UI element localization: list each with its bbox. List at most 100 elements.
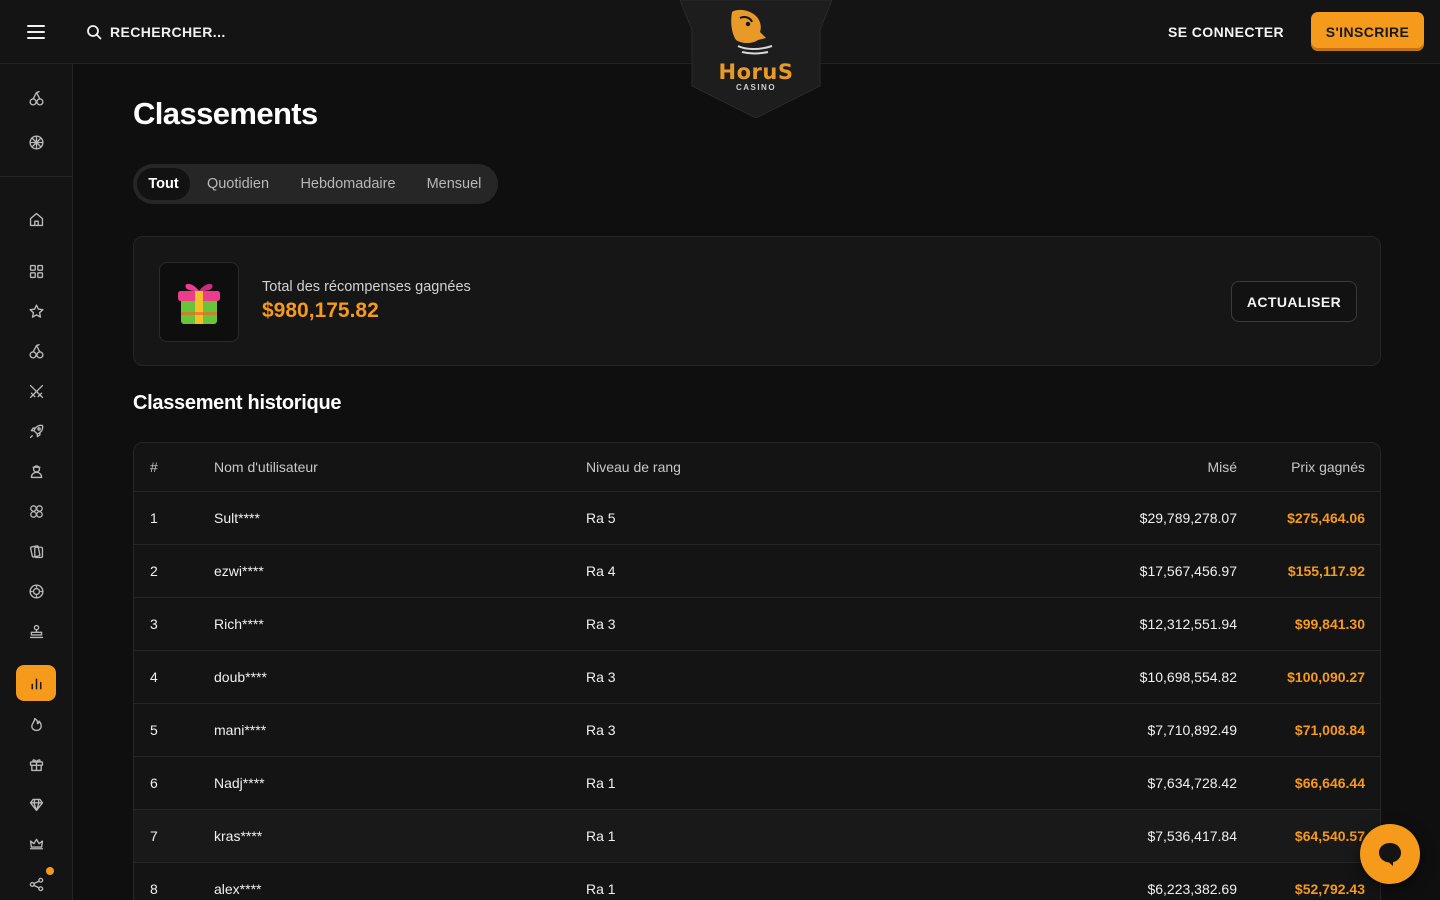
sidebar-item-originals[interactable] <box>24 499 48 523</box>
row-rank: 6 <box>150 775 158 791</box>
row-username: alex**** <box>214 881 262 897</box>
row-wagered: $6,223,382.69 <box>1147 881 1237 897</box>
sidebar-item-vip[interactable] <box>24 792 48 816</box>
diamond-icon <box>29 798 43 811</box>
row-rank: 7 <box>150 828 158 844</box>
row-rank-level: Ra 1 <box>586 775 616 791</box>
rocket-icon <box>29 424 43 438</box>
rewards-summary-card: Total des récompenses gagnées $980,175.8… <box>133 236 1381 366</box>
tab-weekly[interactable]: Hebdomadaire <box>288 168 408 200</box>
row-wagered: $7,634,728.42 <box>1147 775 1237 791</box>
row-username: mani**** <box>214 722 267 738</box>
sidebar-divider <box>0 176 72 177</box>
sidebar-item-slots[interactable] <box>24 339 48 363</box>
grid-icon <box>29 264 43 278</box>
live-chat-button[interactable] <box>1360 824 1420 884</box>
row-username: kras**** <box>214 828 263 844</box>
crown-icon <box>29 838 43 849</box>
sidebar-item-battles[interactable] <box>24 379 48 403</box>
table-row: 4 doub**** Ra 3 $10,698,554.82 $100,090.… <box>134 651 1380 704</box>
table-row: 1 Sult**** Ra 5 $29,789,278.07 $275,464.… <box>134 492 1380 545</box>
row-wagered: $7,536,417.84 <box>1147 828 1237 844</box>
row-username: Sult**** <box>214 510 260 526</box>
gift-icon <box>178 283 220 324</box>
sidebar-item-affiliate[interactable] <box>24 872 48 896</box>
period-tabs: Tout Quotidien Hebdomadaire Mensuel <box>133 164 498 204</box>
row-rank: 1 <box>150 510 158 526</box>
tab-daily[interactable]: Quotidien <box>196 168 280 200</box>
cards-icon <box>29 544 43 558</box>
sidebar-item-hot[interactable] <box>24 712 48 736</box>
tab-monthly[interactable]: Mensuel <box>416 168 492 200</box>
sidebar-item-leaderboard[interactable] <box>16 665 56 701</box>
column-username: Nom d'utilisateur <box>214 459 318 475</box>
table-header: # Nom d'utilisateur Niveau de rang Misé … <box>134 443 1380 492</box>
row-username: ezwi**** <box>214 563 264 579</box>
row-rank: 2 <box>150 563 158 579</box>
table-row: 5 mani**** Ra 3 $7,710,892.49 $71,008.84 <box>134 704 1380 757</box>
search-button[interactable]: RECHERCHER... <box>86 20 226 44</box>
sidebar-item-casino[interactable] <box>24 86 48 110</box>
sidebar-item-crash[interactable] <box>24 419 48 443</box>
row-rank-level: Ra 3 <box>586 616 616 632</box>
row-wagered: $12,312,551.94 <box>1139 616 1237 632</box>
sidebar-item-sports[interactable] <box>24 130 48 154</box>
sidebar-item-club[interactable] <box>24 832 48 856</box>
home-icon <box>29 212 43 226</box>
affiliate-icon <box>29 877 43 891</box>
row-rank-level: Ra 5 <box>586 510 616 526</box>
logo-wordmark[interactable]: HoruS <box>680 60 832 84</box>
sidebar-item-promotions[interactable] <box>24 619 48 643</box>
search-label: RECHERCHER... <box>110 24 226 40</box>
row-prize: $99,841.30 <box>1294 616 1365 632</box>
row-username: Nadj**** <box>214 775 265 791</box>
swords-icon <box>29 384 43 398</box>
sidebar-item-table-games[interactable] <box>24 579 48 603</box>
logo-subtitle: CASINO <box>735 83 777 92</box>
sidebar <box>0 64 73 900</box>
gift-image-frame <box>159 262 239 342</box>
row-rank-level: Ra 1 <box>586 881 616 897</box>
row-wagered: $29,789,278.07 <box>1139 510 1237 526</box>
table-row: 3 Rich**** Ra 3 $12,312,551.94 $99,841.3… <box>134 598 1380 651</box>
column-rank: # <box>150 459 158 475</box>
sidebar-item-card-games[interactable] <box>24 539 48 563</box>
logo-plate <box>680 0 832 118</box>
rewards-total-value: $980,175.82 <box>262 299 379 322</box>
leaderboard-title: Classement historique <box>133 392 342 414</box>
table-row: 7 kras**** Ra 1 $7,536,417.84 $64,540.57 <box>134 810 1380 863</box>
stamp-icon <box>29 624 43 638</box>
column-prize: Prix gagnés <box>1291 459 1365 475</box>
ball-icon <box>28 134 44 150</box>
login-button[interactable]: SE CONNECTER <box>1168 20 1284 44</box>
search-icon <box>87 25 102 40</box>
row-prize: $155,117.92 <box>1287 563 1365 579</box>
sidebar-item-rewards[interactable] <box>24 752 48 776</box>
row-rank-level: Ra 1 <box>586 828 616 844</box>
chip-icon <box>28 583 44 599</box>
refresh-button[interactable]: ACTUALISER <box>1231 281 1357 322</box>
top-header: RECHERCHER... HoruS CASINO SE CONNECTER … <box>0 0 1440 118</box>
row-rank: 5 <box>150 722 158 738</box>
cherries-icon <box>28 343 44 359</box>
hamburger-menu-button[interactable] <box>22 20 50 44</box>
leaderboard-table: # Nom d'utilisateur Niveau de rang Misé … <box>133 442 1381 900</box>
sidebar-item-home[interactable] <box>24 207 48 231</box>
page-title: Classements <box>133 96 318 131</box>
row-prize: $64,540.57 <box>1294 828 1365 844</box>
row-rank-level: Ra 3 <box>586 722 616 738</box>
clover-icon <box>29 504 43 518</box>
row-prize: $52,792.43 <box>1294 881 1365 897</box>
row-rank: 3 <box>150 616 158 632</box>
sidebar-item-all-games[interactable] <box>24 259 48 283</box>
tab-all[interactable]: Tout <box>137 168 190 200</box>
signup-button[interactable]: S'INSCRIRE <box>1311 12 1424 51</box>
row-username: Rich**** <box>214 616 264 632</box>
notification-dot <box>46 867 54 875</box>
row-wagered: $7,710,892.49 <box>1147 722 1237 738</box>
row-wagered: $10,698,554.82 <box>1139 669 1237 685</box>
sidebar-item-favorites[interactable] <box>24 299 48 323</box>
row-rank-level: Ra 4 <box>586 563 616 579</box>
row-prize: $100,090.27 <box>1287 669 1365 685</box>
sidebar-item-live-casino[interactable] <box>24 459 48 483</box>
